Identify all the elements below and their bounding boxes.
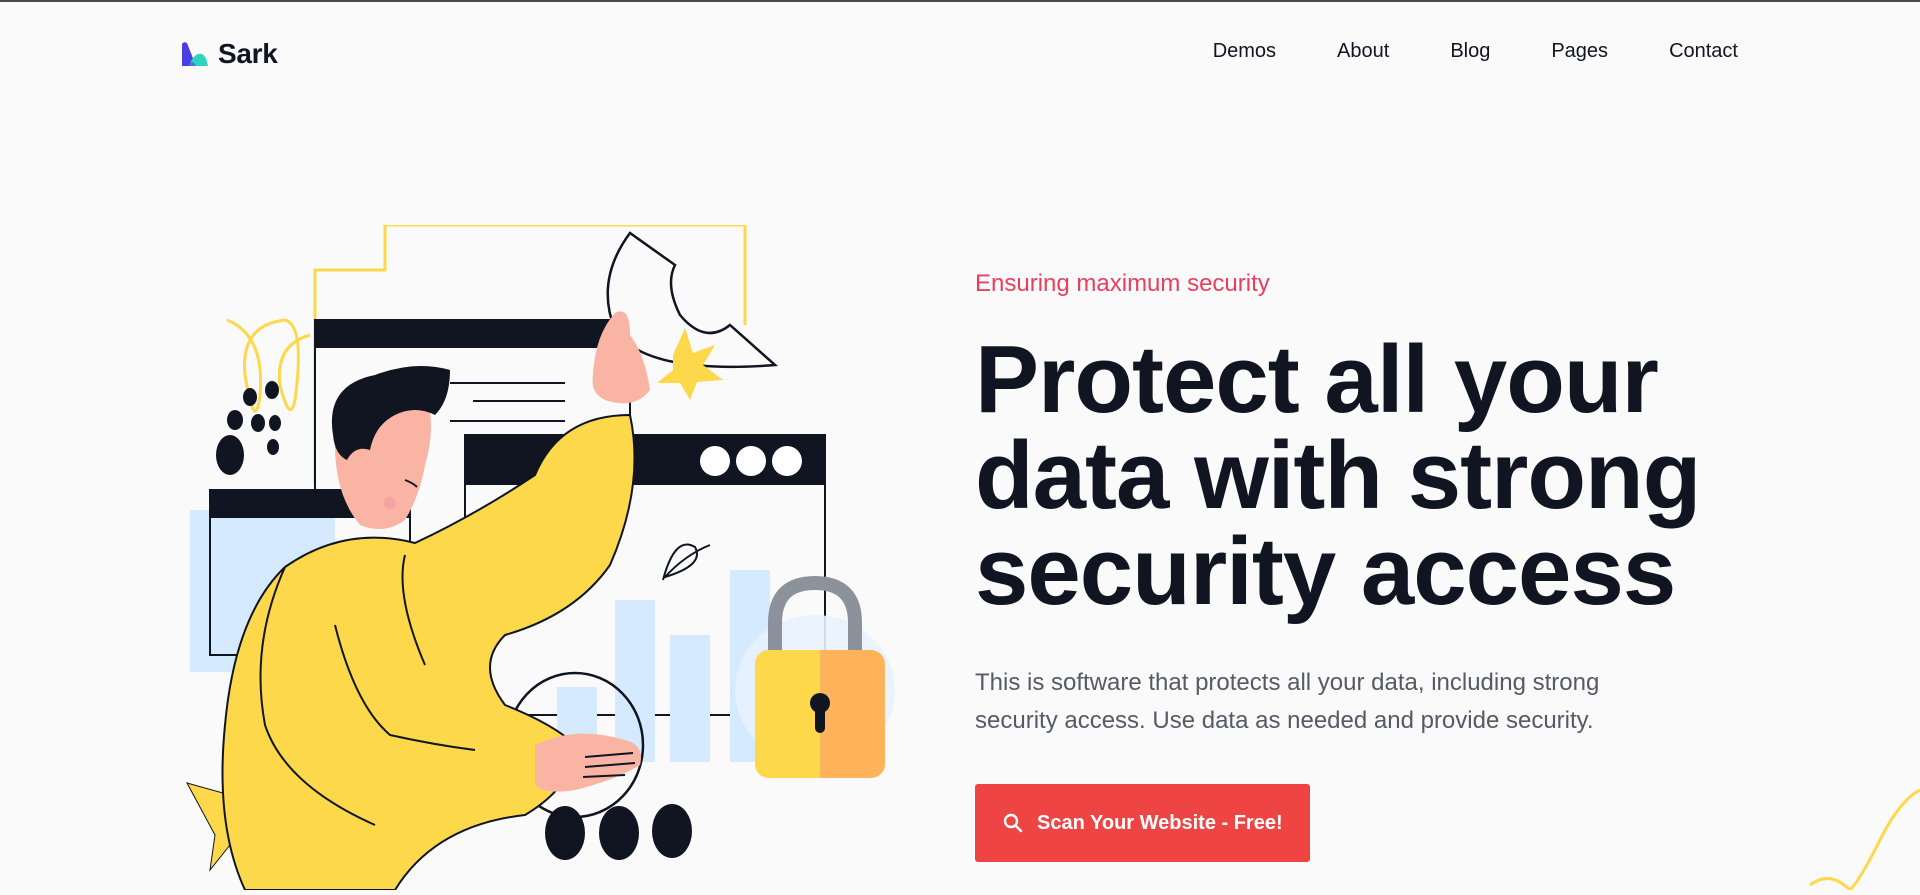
headline-line: Protect all your — [975, 326, 1658, 433]
hero-description: This is software that protects all your … — [975, 664, 1695, 740]
main-nav: Demos About Blog Pages Contact — [1213, 40, 1738, 63]
brand-logo[interactable]: Sark — [180, 38, 278, 70]
nav-item-demos[interactable]: Demos — [1213, 40, 1276, 63]
headline-line: security access — [975, 518, 1675, 625]
nav-item-pages[interactable]: Pages — [1551, 40, 1608, 63]
sark-fin-icon — [180, 40, 210, 68]
headline-line: data with strong — [975, 422, 1700, 529]
nav-item-about[interactable]: About — [1337, 40, 1389, 63]
scan-website-button[interactable]: Scan Your Website - Free! — [975, 784, 1310, 862]
hero-headline: Protect all your data with strong securi… — [975, 332, 1775, 620]
hero-eyebrow: Ensuring maximum security — [975, 270, 1775, 298]
decorative-curve — [1780, 760, 1920, 890]
description-line: security access. Use data as needed and … — [975, 707, 1594, 734]
nav-item-blog[interactable]: Blog — [1450, 40, 1490, 63]
site-header: Sark Demos About Blog Pages Contact — [0, 0, 1920, 110]
scan-website-button-label: Scan Your Website - Free! — [1037, 812, 1283, 835]
search-icon — [1003, 813, 1023, 833]
security-illustration — [175, 225, 925, 890]
description-line: This is software that protects all your … — [975, 669, 1599, 696]
brand-name: Sark — [218, 38, 278, 70]
hero-section: Ensuring maximum security Protect all yo… — [975, 270, 1775, 862]
nav-item-contact[interactable]: Contact — [1669, 40, 1738, 63]
